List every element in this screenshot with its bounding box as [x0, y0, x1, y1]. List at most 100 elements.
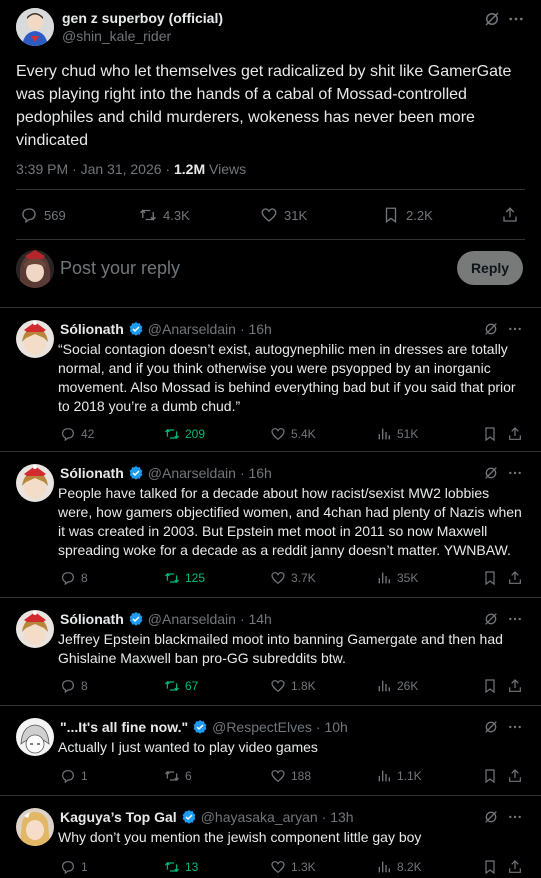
bookmark-icon: [482, 570, 498, 586]
more-icon[interactable]: [507, 10, 525, 28]
views-count: 1.1K: [397, 769, 422, 783]
reply-time[interactable]: · 16h: [240, 465, 272, 481]
reply-handle[interactable]: @Anarseldain: [148, 465, 236, 481]
repost-button[interactable]: 209: [164, 424, 205, 444]
like-icon: [270, 570, 286, 586]
more-icon[interactable]: [507, 719, 523, 735]
bookmark-icon: [382, 206, 400, 224]
grok-icon[interactable]: [483, 321, 499, 337]
reply-actions: 1 6 188 1.1K: [0, 766, 541, 786]
bookmark-button[interactable]: [482, 424, 498, 444]
main-post-avatar[interactable]: [16, 8, 54, 46]
bookmark-icon: [482, 768, 498, 784]
bookmark-button[interactable]: 2.2K: [382, 200, 433, 230]
like-count: 5.4K: [291, 427, 316, 441]
views-button[interactable]: 26K: [376, 676, 418, 696]
reply-text: “Social contagion doesn’t exist, autogyn…: [58, 341, 516, 414]
reply-avatar[interactable]: [16, 808, 54, 846]
views-button[interactable]: 8.2K: [376, 857, 422, 877]
like-button[interactable]: 31K: [260, 200, 307, 230]
reply-button[interactable]: 569: [20, 200, 66, 230]
reply-display-name[interactable]: Sólionath: [60, 465, 124, 481]
main-post-display-name[interactable]: gen z superboy (official): [62, 10, 223, 26]
reply-avatar[interactable]: [16, 320, 54, 358]
reply-avatar[interactable]: [16, 610, 54, 648]
views-count: 35K: [397, 571, 419, 585]
reply-icon: [60, 859, 76, 875]
repost-button[interactable]: 6: [164, 766, 192, 786]
grok-icon[interactable]: [483, 611, 499, 627]
share-button[interactable]: [501, 200, 519, 230]
reply-count: 8: [81, 679, 88, 693]
reply-button[interactable]: 8: [60, 568, 88, 588]
verified-badge-icon: [192, 719, 208, 735]
reply-avatar[interactable]: [16, 464, 54, 502]
bookmark-icon: [482, 678, 498, 694]
main-post-handle[interactable]: @shin_kale_rider: [62, 28, 171, 44]
reply-post[interactable]: "...It's all fine now." @RespectElves · …: [0, 706, 541, 796]
bookmark-button[interactable]: [482, 857, 498, 877]
reply-submit-button[interactable]: Reply: [457, 251, 523, 285]
like-button[interactable]: 1.8K: [270, 676, 316, 696]
bookmark-button[interactable]: [482, 568, 498, 588]
grok-icon[interactable]: [483, 465, 499, 481]
bookmark-button[interactable]: [482, 766, 498, 786]
share-button[interactable]: [507, 766, 523, 786]
like-button[interactable]: 3.7K: [270, 568, 316, 588]
reply-post[interactable]: Kaguya’s Top Gal @hayasaka_aryan · 13h W…: [0, 796, 541, 878]
reply-count: 42: [81, 427, 95, 441]
share-button[interactable]: [507, 568, 523, 588]
reply-display-name[interactable]: Kaguya’s Top Gal: [60, 809, 177, 825]
repost-button[interactable]: 67: [164, 676, 198, 696]
views-button[interactable]: 51K: [376, 424, 418, 444]
reply-handle[interactable]: @RespectElves: [212, 719, 312, 735]
reply-button[interactable]: 42: [60, 424, 94, 444]
reply-post[interactable]: Sólionath @Anarseldain · 16h “Social con…: [0, 308, 541, 452]
more-icon[interactable]: [507, 611, 523, 627]
reply-avatar[interactable]: [16, 718, 54, 756]
share-button[interactable]: [507, 424, 523, 444]
reply-time[interactable]: · 16h: [240, 321, 272, 337]
main-post-views-label: Views: [205, 161, 247, 177]
reply-button[interactable]: 8: [60, 676, 88, 696]
grok-icon[interactable]: [483, 719, 499, 735]
reply-time[interactable]: · 10h: [316, 719, 348, 735]
grok-icon[interactable]: [483, 10, 501, 28]
views-icon: [376, 426, 392, 442]
bookmark-button[interactable]: [482, 676, 498, 696]
like-button[interactable]: 188: [270, 766, 311, 786]
reply-display-name[interactable]: Sólionath: [60, 611, 124, 627]
reply-input[interactable]: Post your reply: [60, 258, 180, 279]
repost-count: 6: [185, 769, 192, 783]
repost-button[interactable]: 13: [164, 857, 198, 877]
repost-count: 67: [185, 679, 199, 693]
views-button[interactable]: 35K: [376, 568, 418, 588]
views-button[interactable]: 1.1K: [376, 766, 422, 786]
reply-display-name[interactable]: "...It's all fine now.": [60, 719, 188, 735]
reply-button[interactable]: 1: [60, 857, 88, 877]
share-button[interactable]: [507, 676, 523, 696]
reply-time[interactable]: · 13h: [322, 809, 354, 825]
like-button[interactable]: 5.4K: [270, 424, 316, 444]
more-icon[interactable]: [507, 321, 523, 337]
reply-post[interactable]: Sólionath @Anarseldain · 16h People have…: [0, 452, 541, 598]
reply-button[interactable]: 1: [60, 766, 88, 786]
main-post-timestamp[interactable]: 3:39 PM · Jan 31, 2026 ·: [16, 161, 174, 177]
like-button[interactable]: 1.3K: [270, 857, 316, 877]
reply-handle[interactable]: @Anarseldain: [148, 321, 236, 337]
reply-time[interactable]: · 14h: [240, 611, 272, 627]
views-count: 51K: [397, 427, 419, 441]
more-icon[interactable]: [507, 465, 523, 481]
like-count: 31K: [284, 207, 308, 223]
share-button[interactable]: [507, 857, 523, 877]
grok-icon[interactable]: [483, 809, 499, 825]
reply-display-name[interactable]: Sólionath: [60, 321, 124, 337]
reply-handle[interactable]: @hayasaka_aryan: [201, 809, 318, 825]
repost-button[interactable]: 4.3K: [139, 200, 190, 230]
repost-button[interactable]: 125: [164, 568, 205, 588]
reply-handle[interactable]: @Anarseldain: [148, 611, 236, 627]
repost-count: 13: [185, 860, 199, 874]
more-icon[interactable]: [507, 809, 523, 825]
reply-post[interactable]: Sólionath @Anarseldain · 14h Jeffrey Eps…: [0, 598, 541, 706]
repost-count: 209: [185, 427, 206, 441]
